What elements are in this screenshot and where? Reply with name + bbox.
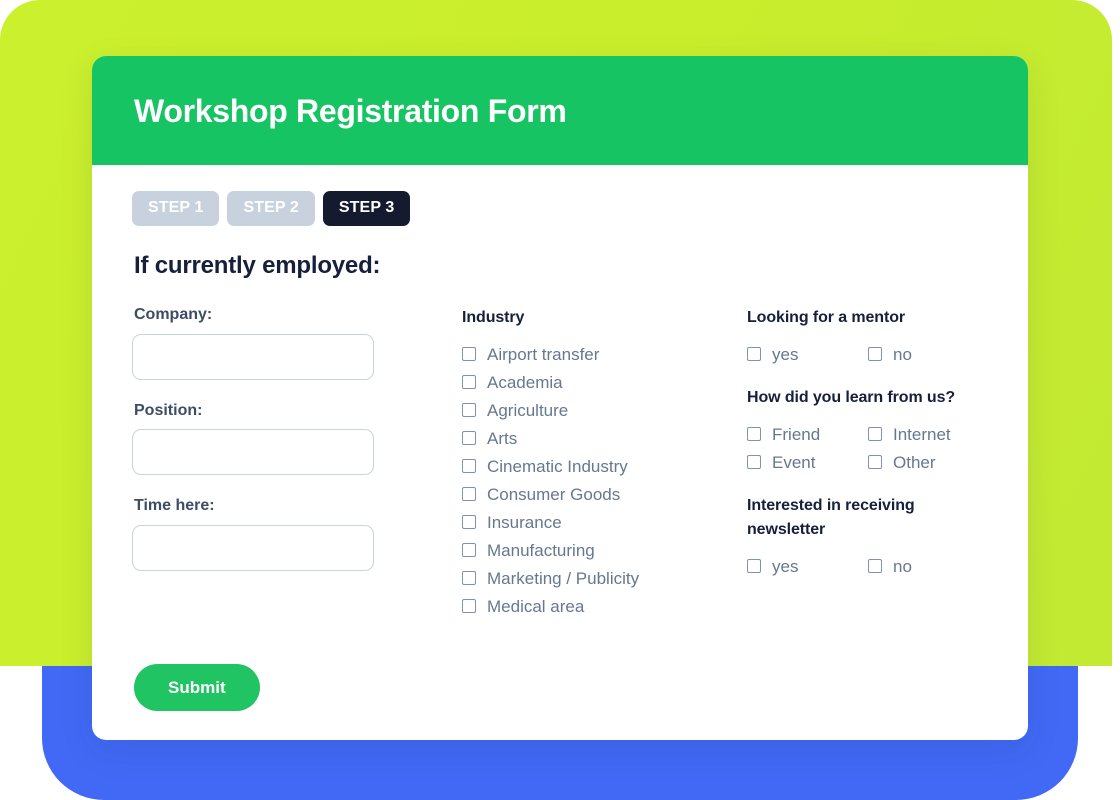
- checkbox-icon[interactable]: [462, 431, 476, 445]
- step-tabs: STEP 1 STEP 2 STEP 3: [132, 191, 986, 226]
- referral-option-label: Other: [893, 452, 936, 472]
- checkbox-icon[interactable]: [747, 455, 761, 469]
- industry-option-label: Medical area: [487, 596, 585, 616]
- field-input-2[interactable]: [132, 524, 374, 571]
- referral-option[interactable]: Other: [868, 448, 989, 476]
- submit-row: Submit: [132, 664, 986, 711]
- section-title: If currently employed:: [134, 252, 381, 279]
- form-columns: Company: Position: Time here: Industry Air…: [132, 306, 986, 620]
- industry-option-label: Manufacturing: [487, 540, 595, 560]
- industry-option[interactable]: Consumer Goods: [462, 480, 747, 508]
- checkbox-icon[interactable]: [747, 559, 761, 573]
- industry-option-label: Insurance: [487, 512, 562, 532]
- checkbox-icon[interactable]: [462, 347, 476, 361]
- step-tab-3[interactable]: STEP 3: [322, 191, 411, 226]
- preferences-column: Looking for a mentor yes no How did you l…: [747, 306, 997, 620]
- industry-option[interactable]: Agriculture: [462, 396, 747, 424]
- referral-option[interactable]: Internet: [868, 420, 989, 448]
- newsletter-option-label: yes: [772, 556, 799, 576]
- newsletter-group: Interested in receiving newsletter yes no: [747, 494, 997, 580]
- checkbox-icon[interactable]: [462, 487, 476, 501]
- checkbox-icon[interactable]: [868, 347, 882, 361]
- referral-option-label: Internet: [893, 424, 951, 444]
- industry-option[interactable]: Arts: [462, 424, 747, 452]
- page-stage: Workshop Registration Form STEP 1 STEP 2S…: [0, 0, 1120, 800]
- checkbox-icon[interactable]: [462, 543, 476, 557]
- submit-button[interactable]: Submit: [134, 664, 260, 711]
- referral-group: How did you learn from us? Friend Interne…: [747, 386, 997, 476]
- newsletter-option[interactable]: yes: [747, 552, 868, 580]
- newsletter-heading: Interested in receiving newsletter: [747, 497, 915, 538]
- step-tab-1[interactable]: STEP 1: [132, 191, 220, 226]
- industry-option-label: Arts: [487, 428, 518, 448]
- checkbox-icon[interactable]: [868, 559, 882, 573]
- industry-option[interactable]: Cinematic Industry: [462, 452, 747, 480]
- field-input-0[interactable]: [132, 333, 374, 380]
- industry-option[interactable]: Airport transfer: [462, 340, 747, 368]
- industry-option[interactable]: Academia: [462, 368, 747, 396]
- mentor-option-label: no: [893, 344, 912, 364]
- field-label-0: Company:: [134, 306, 213, 323]
- mentor-option[interactable]: no: [868, 340, 989, 368]
- industry-option-label: Marketing / Publicity: [487, 568, 640, 588]
- employment-fields-column: Company: Position: Time here:: [132, 306, 462, 620]
- registration-form-card: Workshop Registration Form STEP 1 STEP 2S…: [92, 56, 1028, 740]
- checkbox-icon[interactable]: [462, 459, 476, 473]
- page-title: Workshop Registration Form: [134, 92, 567, 129]
- checkbox-icon[interactable]: [868, 455, 882, 469]
- referral-checkbox-group: Friend Internet Event Other: [747, 420, 997, 476]
- industry-option-label: Cinematic Industry: [487, 456, 628, 476]
- checkbox-icon[interactable]: [462, 599, 476, 613]
- mentor-option[interactable]: yes: [747, 340, 868, 368]
- referral-heading: How did you learn from us?: [747, 389, 956, 406]
- newsletter-checkbox-group: yes no: [747, 552, 997, 580]
- referral-option[interactable]: Friend: [747, 420, 868, 448]
- referral-option-label: Friend: [772, 424, 821, 444]
- checkbox-icon[interactable]: [462, 515, 476, 529]
- industry-option[interactable]: Manufacturing: [462, 536, 747, 564]
- industry-option-label: Academia: [487, 372, 563, 392]
- industry-option-label: Agriculture: [487, 400, 569, 420]
- checkbox-icon[interactable]: [462, 571, 476, 585]
- field-input-1[interactable]: [132, 429, 374, 476]
- mentor-group: Looking for a mentor yes no: [747, 306, 997, 368]
- card-body: STEP 1 STEP 2 STEP 3 If currently employed…: [92, 165, 1028, 711]
- newsletter-option[interactable]: no: [868, 552, 989, 580]
- checkbox-icon[interactable]: [868, 427, 882, 441]
- industry-option[interactable]: Medical area: [462, 592, 747, 620]
- industry-option[interactable]: Insurance: [462, 508, 747, 536]
- field-label-2: Time here:: [134, 497, 215, 515]
- industry-heading: Industry: [462, 309, 525, 326]
- checkbox-icon[interactable]: [747, 347, 761, 361]
- checkbox-icon[interactable]: [747, 427, 761, 441]
- mentor-option-label: yes: [772, 344, 799, 364]
- step-tab-2[interactable]: STEP 2: [227, 191, 315, 226]
- industry-option-label: Consumer Goods: [487, 484, 621, 504]
- field-label-1: Position:: [134, 401, 203, 419]
- checkbox-icon[interactable]: [462, 375, 476, 389]
- industry-option[interactable]: Marketing / Publicity: [462, 564, 747, 592]
- referral-option[interactable]: Event: [747, 448, 868, 476]
- mentor-heading: Looking for a mentor: [747, 309, 906, 326]
- card-header: Workshop Registration Form: [92, 56, 1028, 165]
- checkbox-icon[interactable]: [462, 403, 476, 417]
- industry-option-label: Airport transfer: [487, 344, 600, 364]
- referral-option-label: Event: [772, 452, 816, 472]
- industry-checkbox-list: Airport transfer Academia Agriculture Arts C…: [462, 340, 747, 620]
- mentor-checkbox-group: yes no: [747, 340, 997, 368]
- industry-column: Industry Airport transfer Academia Agricul…: [462, 306, 747, 620]
- newsletter-option-label: no: [893, 556, 912, 576]
